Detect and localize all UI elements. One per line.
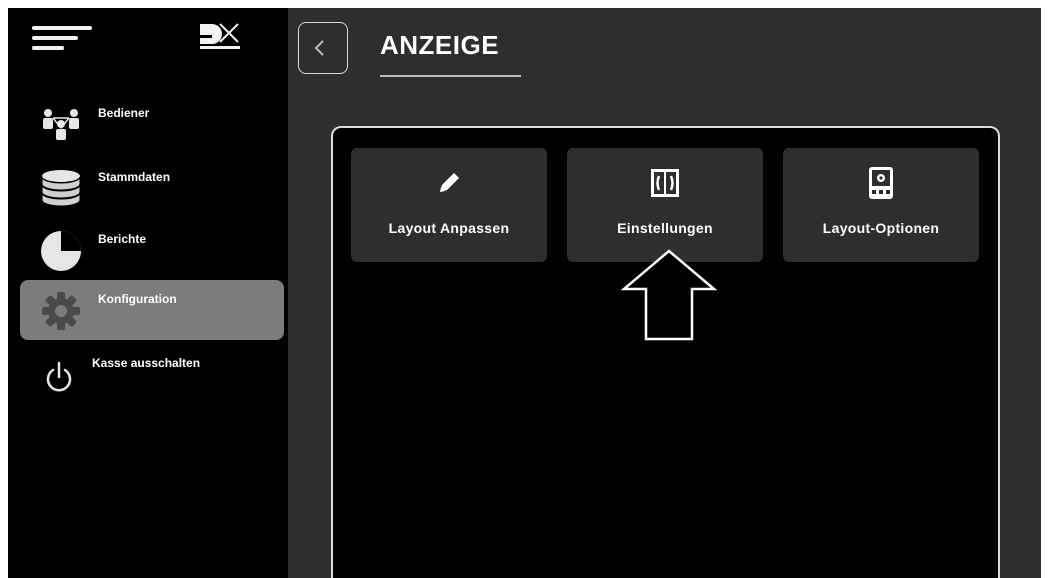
back-button[interactable] xyxy=(298,22,348,74)
deltax-logo xyxy=(198,22,242,52)
sidebar: Bediener Stammdaten Berichte Konfigurati… xyxy=(8,8,288,578)
tile-label: Layout Anpassen xyxy=(388,220,510,236)
pointer-arrow-icon xyxy=(620,249,718,350)
sidebar-item-kasse-ausschalten[interactable]: Kasse ausschalten xyxy=(20,350,284,410)
chevron-left-icon xyxy=(314,40,324,56)
power-icon xyxy=(44,360,74,394)
sidebar-item-label: Stammdaten xyxy=(98,170,171,184)
sidebar-item-label: Konfiguration xyxy=(98,292,177,306)
pie-chart-icon xyxy=(40,230,82,272)
terminal-icon xyxy=(868,166,894,205)
einstellungen-tile[interactable]: Einstellungen xyxy=(567,148,763,262)
sidebar-item-label: Berichte xyxy=(98,232,147,246)
sidebar-item-stammdaten[interactable]: Stammdaten xyxy=(20,160,284,220)
options-panel: Layout Anpassen Einstellungen Layout-Opt… xyxy=(331,126,1000,578)
layout-optionen-tile[interactable]: Layout-Optionen xyxy=(783,148,979,262)
layout-anpassen-tile[interactable]: Layout Anpassen xyxy=(351,148,547,262)
tile-label: Layout-Optionen xyxy=(822,220,940,236)
sidebar-item-label: Bediener xyxy=(98,106,150,120)
database-icon xyxy=(40,168,82,210)
pencil-icon xyxy=(436,170,462,201)
users-icon xyxy=(40,104,82,146)
sidebar-item-konfiguration[interactable]: Konfiguration xyxy=(20,280,284,340)
settings-panel-icon xyxy=(650,168,680,203)
title-underline xyxy=(380,75,521,77)
tile-label: Einstellungen xyxy=(617,220,713,236)
sidebar-item-bediener[interactable]: Bediener xyxy=(20,96,284,156)
sidebar-item-label: Kasse ausschalten xyxy=(92,356,201,370)
gear-icon xyxy=(40,290,82,332)
sidebar-item-berichte[interactable]: Berichte xyxy=(20,222,284,282)
page-title: ANZEIGE xyxy=(380,30,500,60)
app-screen: Bediener Stammdaten Berichte Konfigurati… xyxy=(8,8,1041,578)
hamburger-menu-icon[interactable] xyxy=(32,24,92,54)
